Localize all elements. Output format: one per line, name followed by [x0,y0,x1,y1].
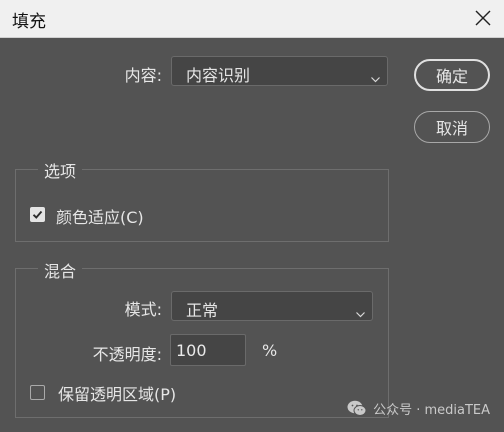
dialog-title: 填充 [12,12,46,32]
title-bar: 填充 [0,0,504,38]
ok-button[interactable]: 确定 [414,59,490,91]
opacity-unit: % [262,341,278,360]
opacity-input[interactable]: 100 [170,334,246,366]
watermark-text: 公众号 · mediaTEA [373,403,490,418]
opacity-value: 100 [176,341,207,360]
checkmark-icon [32,210,43,219]
close-icon [475,10,491,26]
chevron-down-icon [356,303,365,322]
mode-select-value: 正常 [186,301,219,320]
mode-label: 模式: [124,300,162,319]
wechat-icon [347,400,367,416]
color-adapt-label[interactable]: 颜色适应(C) [56,204,144,228]
color-adapt-checkbox[interactable] [30,207,45,222]
options-group-title: 选项 [38,158,83,182]
watermark: 公众号 · mediaTEA [347,399,490,418]
mode-select[interactable]: 正常 [171,291,373,321]
content-label: 内容: [124,66,162,85]
blend-group-title: 混合 [38,258,83,282]
preserve-transparency-label[interactable]: 保留透明区域(P) [58,381,176,405]
cancel-button[interactable]: 取消 [414,111,490,143]
chevron-down-icon [371,68,380,87]
content-select-value: 内容识别 [186,66,251,85]
opacity-label: 不透明度: [92,345,162,364]
close-button[interactable] [468,4,498,32]
content-select[interactable]: 内容识别 [171,56,388,86]
preserve-transparency-checkbox[interactable] [30,385,45,400]
